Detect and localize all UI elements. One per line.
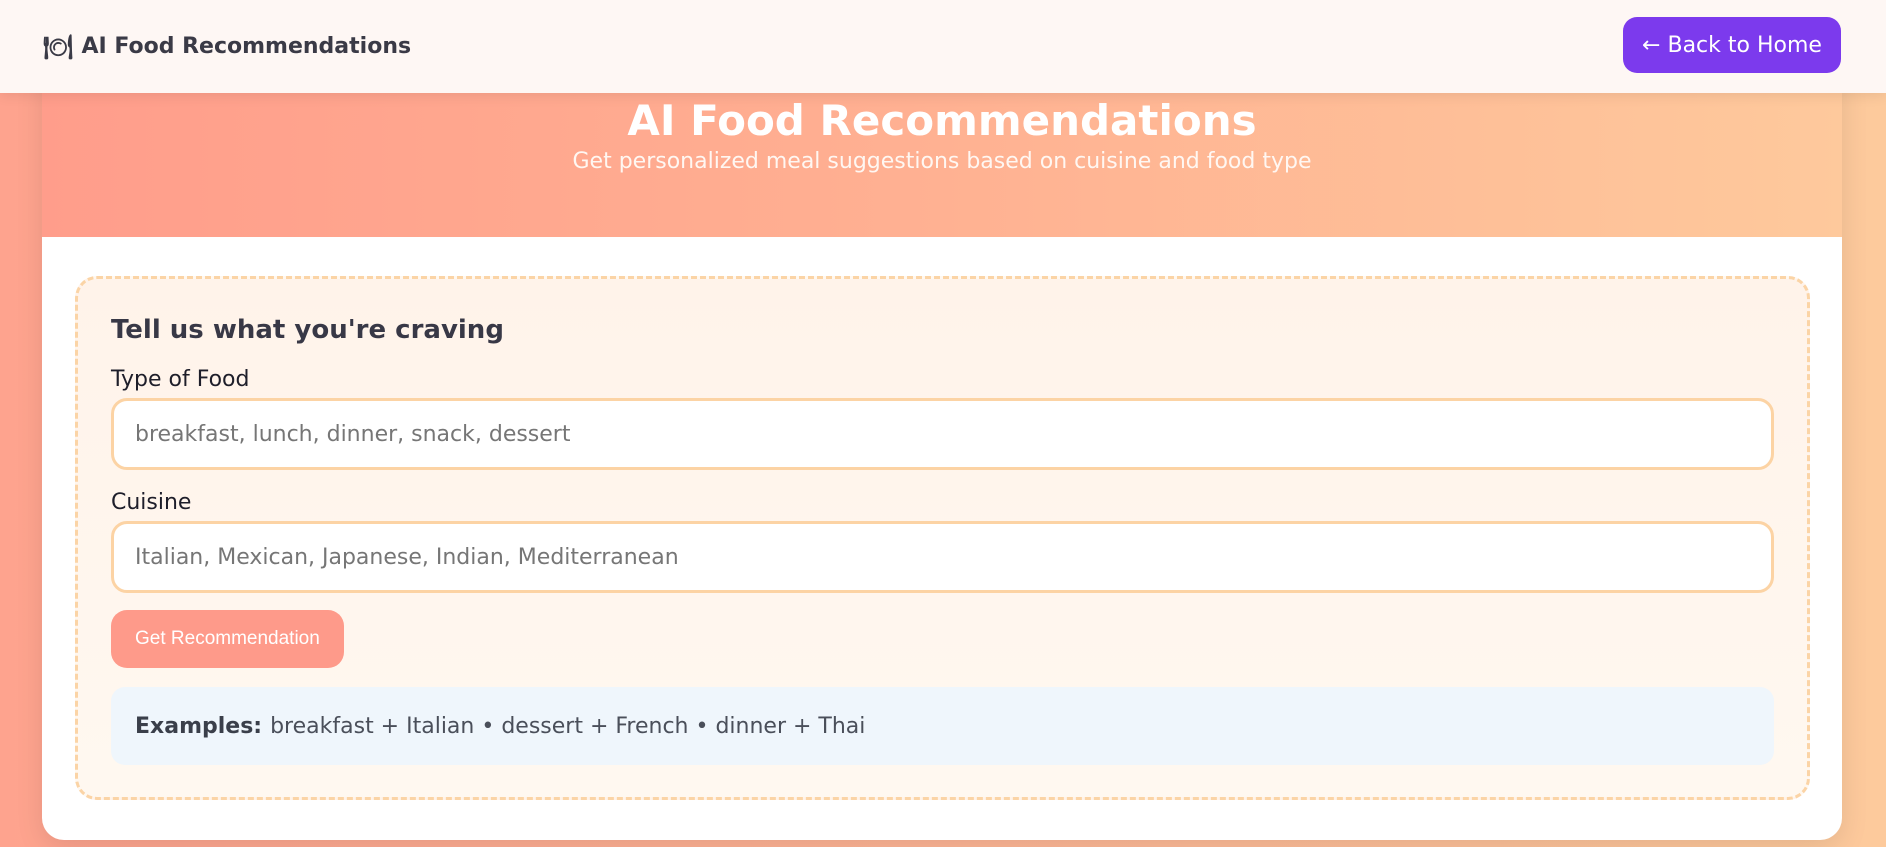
plate-cutlery-icon: 🍽 xyxy=(43,32,74,61)
brand[interactable]: 🍽 AI Food Recommendations xyxy=(43,34,411,59)
food-type-field: Type of Food xyxy=(111,367,1774,470)
recommendation-form: Tell us what you're craving Type of Food… xyxy=(75,276,1810,800)
examples-text: breakfast + Italian • dessert + French •… xyxy=(270,713,866,739)
cuisine-field: Cuisine xyxy=(111,490,1774,593)
get-recommendation-button[interactable]: Get Recommendation xyxy=(111,610,344,668)
page-subtitle: Get personalized meal suggestions based … xyxy=(572,149,1312,174)
cuisine-input[interactable] xyxy=(111,521,1774,593)
examples-box: Examples: breakfast + Italian • dessert … xyxy=(111,687,1774,765)
food-type-label: Type of Food xyxy=(111,367,250,392)
back-to-home-button[interactable]: ← Back to Home xyxy=(1623,17,1841,73)
main-card: AI Food Recommendations Get personalized… xyxy=(42,60,1842,840)
top-navbar: 🍽 AI Food Recommendations ← Back to Home xyxy=(0,0,1886,93)
examples-label: Examples: xyxy=(135,713,263,739)
form-heading: Tell us what you're craving xyxy=(111,315,504,345)
food-type-input[interactable] xyxy=(111,398,1774,470)
brand-title: AI Food Recommendations xyxy=(81,34,412,59)
cuisine-label: Cuisine xyxy=(111,490,192,515)
page-title: AI Food Recommendations xyxy=(627,96,1257,145)
